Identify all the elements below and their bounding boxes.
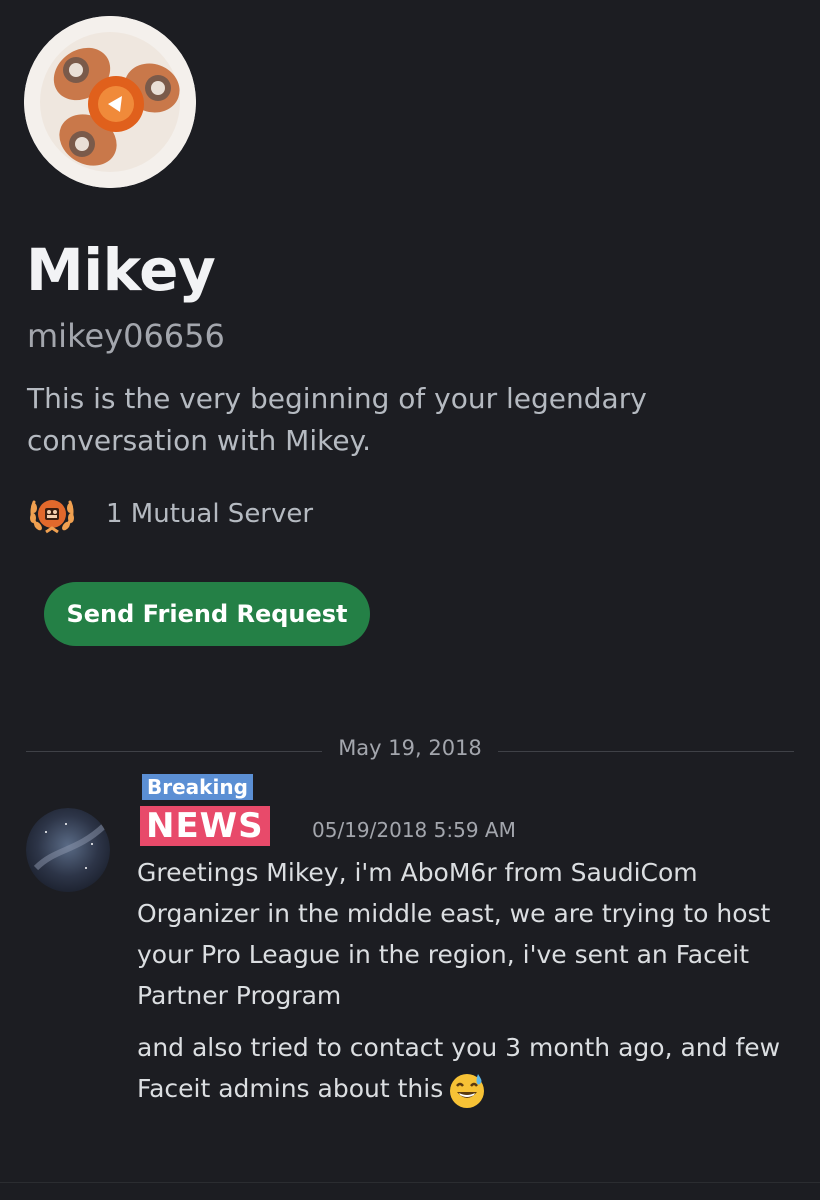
galaxy-avatar-icon	[26, 808, 110, 892]
mutual-servers[interactable]: 1 Mutual Server	[26, 488, 313, 540]
message-author-avatar[interactable]	[26, 808, 110, 892]
send-friend-request-button[interactable]: Send Friend Request	[44, 582, 370, 646]
date-divider-right-line	[498, 751, 794, 752]
message-text: Greetings Mikey, i'm AboM6r from SaudiCo…	[137, 858, 771, 1010]
server-laurel-icon	[30, 500, 74, 534]
sweat-smile-emoji-icon	[450, 1074, 485, 1108]
message-text-continued: and also tried to contact you 3 month ag…	[137, 1027, 797, 1110]
message-timestamp: 05/19/2018 5:59 AM	[312, 818, 516, 842]
fidget-spinner-icon	[24, 16, 196, 188]
username: mikey06656	[27, 317, 225, 355]
date-divider: May 19, 2018	[338, 736, 482, 760]
author-badge-breaking: Breaking	[142, 774, 253, 800]
conversation-intro: This is the very beginning of your legen…	[27, 382, 647, 457]
bottom-divider	[0, 1182, 820, 1183]
date-divider-left-line	[26, 751, 322, 752]
author-badge-news: NEWS	[140, 806, 270, 846]
profile-avatar[interactable]	[24, 16, 196, 188]
display-name: Mikey	[26, 236, 216, 304]
mutual-servers-label: 1 Mutual Server	[106, 499, 314, 529]
